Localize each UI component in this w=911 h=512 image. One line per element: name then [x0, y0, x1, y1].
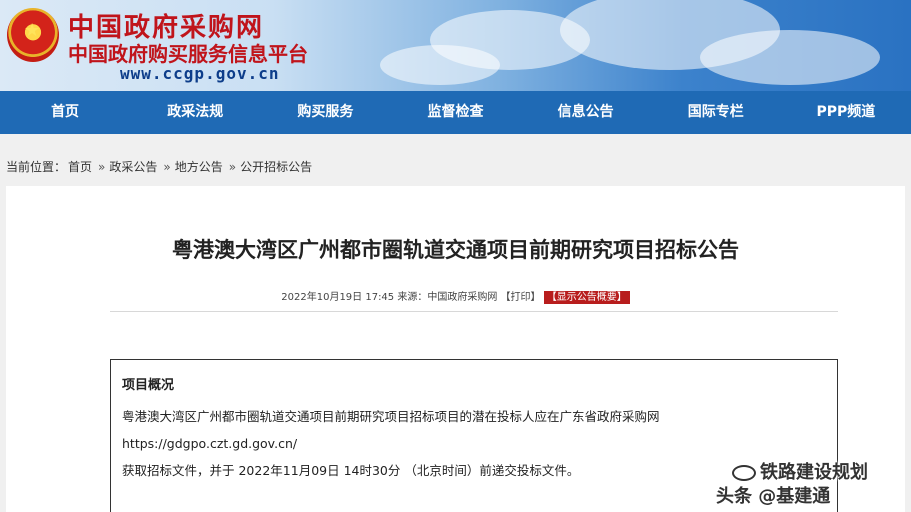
summary-line: 粤港澳大湾区广州都市圈轨道交通项目前期研究项目招标项目的潜在投标人应在广东省政府…	[122, 409, 660, 424]
summary-heading: 项目概况	[122, 378, 175, 393]
breadcrumb-home[interactable]: 首页	[68, 160, 92, 174]
national-emblem-icon	[7, 8, 59, 62]
nav-ppp[interactable]: PPP频道	[781, 91, 911, 134]
breadcrumb-tender[interactable]: 公开招标公告	[240, 160, 312, 174]
breadcrumb-separator: »	[163, 160, 171, 174]
watermark: 铁路建设规划 头条 @基建通	[716, 458, 868, 508]
source-label: 来源：	[397, 292, 428, 303]
breadcrumb: 当前位置： 首页» 政采公告» 地方公告» 公开招标公告	[6, 158, 314, 175]
show-summary-button[interactable]: 【显示公告概要】	[543, 291, 630, 304]
breadcrumb-prefix: 当前位置：	[6, 160, 67, 174]
site-url: www.ccgp.gov.cn	[120, 64, 280, 83]
nav-supervision[interactable]: 监督检查	[390, 91, 520, 134]
watermark-bottom: 头条 @基建通	[716, 486, 831, 507]
print-link[interactable]: 【打印】	[501, 292, 541, 303]
article-title: 粤港澳大湾区广州都市圈轨道交通项目前期研究项目招标公告	[172, 238, 739, 262]
breadcrumb-separator: »	[228, 160, 237, 174]
nav-announcements[interactable]: 信息公告	[521, 91, 651, 134]
nav-purchase-services[interactable]: 购买服务	[260, 91, 390, 134]
article-meta: 2022年10月19日 17:45 来源：中国政府采购网 【打印】 【显示公告概…	[6, 288, 905, 304]
site-header: 中国政府采购网 中国政府购买服务信息平台 www.ccgp.gov.cn	[0, 0, 911, 91]
main-nav: 首页 政采法规 购买服务 监督检查 信息公告 国际专栏 PPP频道	[0, 91, 911, 134]
summary-url[interactable]: https://gdgpo.czt.gd.gov.cn/	[122, 430, 826, 457]
wechat-icon	[732, 465, 756, 481]
watermark-top: 铁路建设规划	[760, 462, 868, 483]
breadcrumb-local[interactable]: 地方公告	[175, 160, 223, 174]
nav-regulations[interactable]: 政采法规	[130, 91, 260, 134]
article-source: 中国政府采购网	[427, 292, 498, 303]
site-subtitle: 中国政府购买服务信息平台	[68, 42, 308, 66]
article-date: 2022年10月19日 17:45	[281, 292, 395, 303]
nav-home[interactable]: 首页	[0, 91, 130, 134]
breadcrumb-procurement[interactable]: 政采公告	[109, 160, 157, 174]
nav-international[interactable]: 国际专栏	[651, 91, 781, 134]
breadcrumb-separator: »	[98, 160, 106, 174]
divider	[110, 311, 838, 312]
